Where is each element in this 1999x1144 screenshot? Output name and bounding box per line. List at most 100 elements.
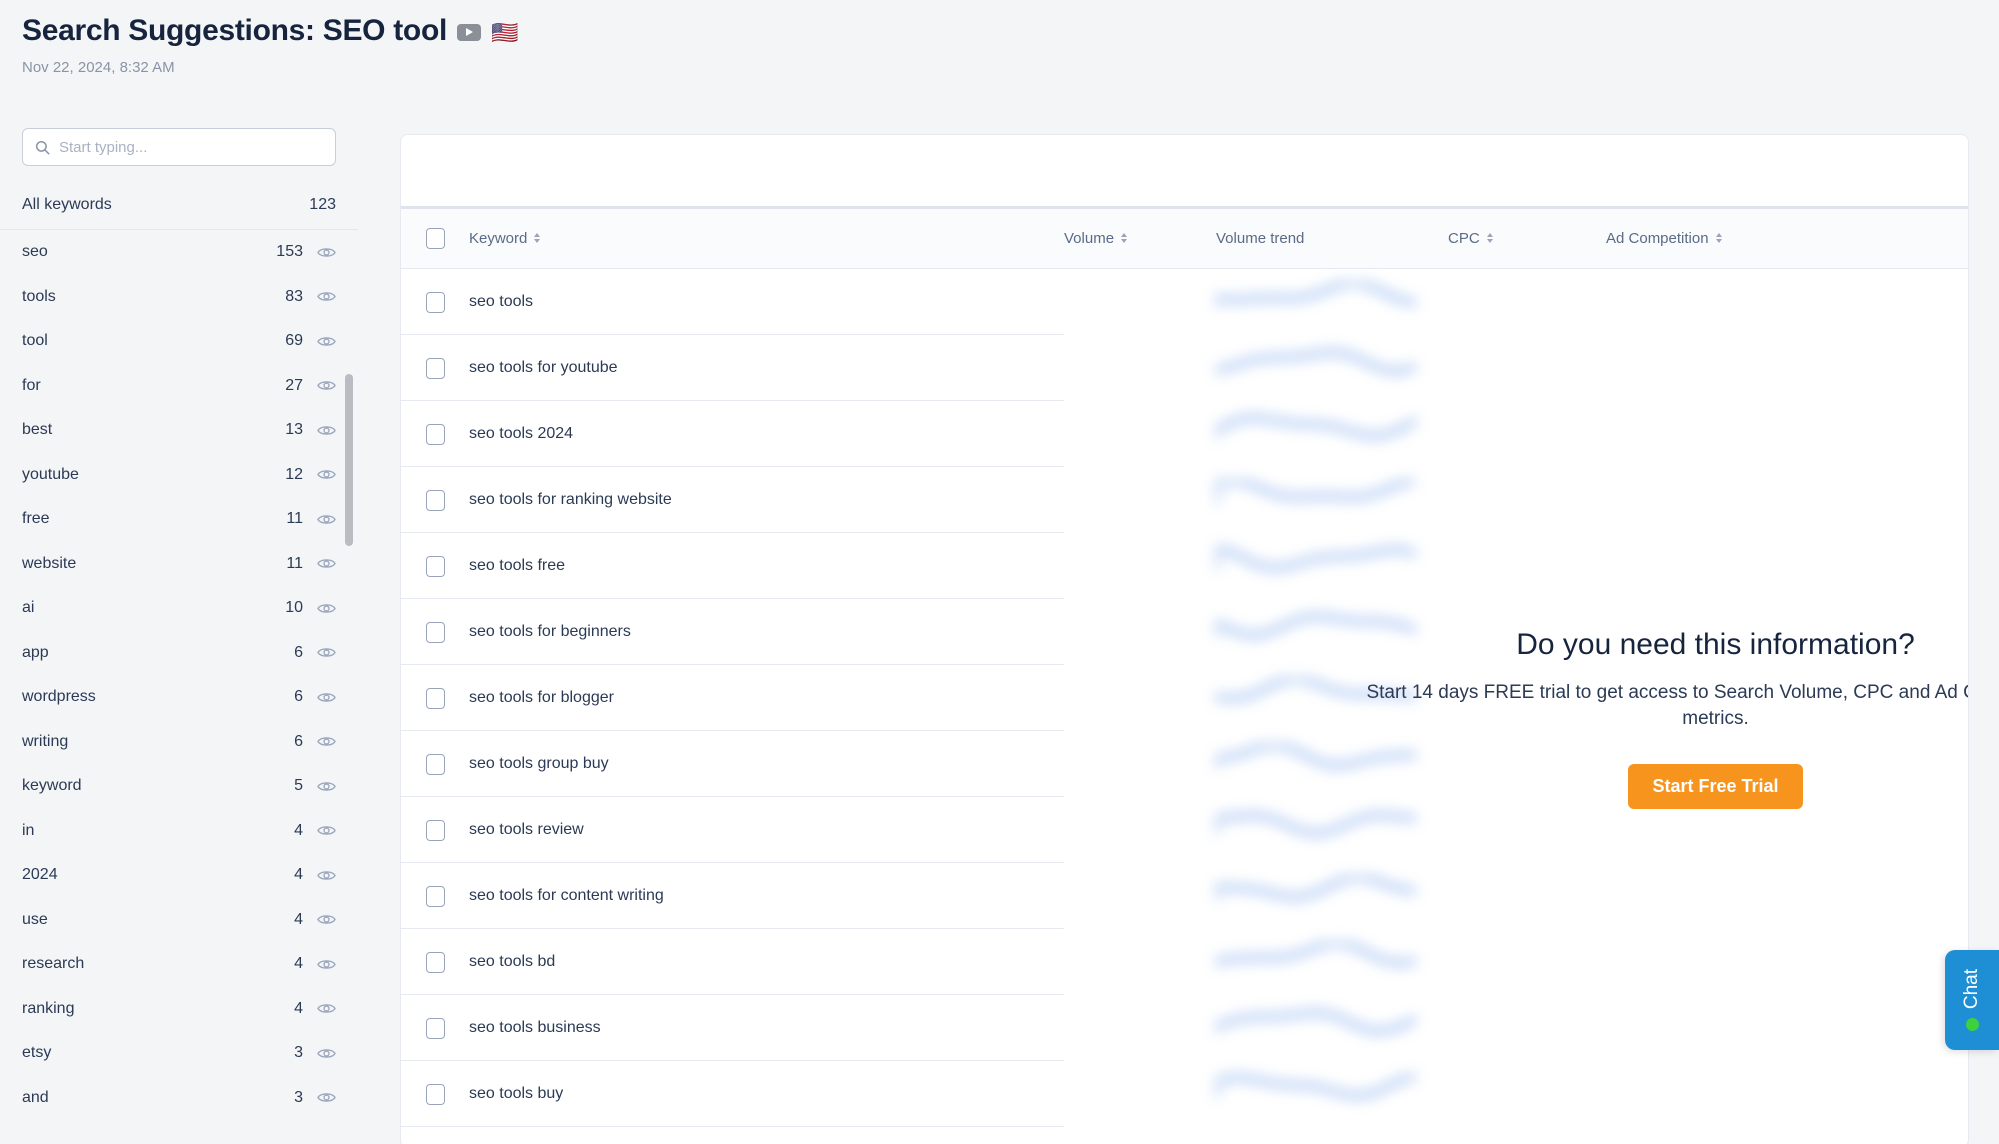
table-row[interactable]: seo tools 2024 [401, 401, 1968, 467]
all-keywords-row[interactable]: All keywords 123 [0, 180, 358, 230]
sidebar-keyword-item[interactable]: etsy 3 [0, 1031, 358, 1076]
col-header-cpc[interactable]: CPC [1448, 230, 1606, 248]
eye-icon[interactable] [317, 958, 336, 971]
table-row[interactable]: seo tools for youtube [401, 335, 1968, 401]
eye-icon[interactable] [317, 780, 336, 793]
table-row[interactable]: seo tools buy [401, 1061, 1968, 1127]
sidebar-keyword-item[interactable]: and 3 [0, 1076, 358, 1121]
sidebar-keyword-item[interactable]: free 11 [0, 497, 358, 542]
sidebar-keyword-item[interactable]: youtube 12 [0, 453, 358, 498]
sidebar-keyword-item[interactable]: for 27 [0, 364, 358, 409]
eye-icon[interactable] [317, 1047, 336, 1060]
sidebar-keyword-item[interactable]: tools 83 [0, 275, 358, 320]
eye-icon[interactable] [317, 424, 336, 437]
sidebar-keyword-item[interactable]: 2024 4 [0, 853, 358, 898]
row-select-cell[interactable] [401, 423, 469, 445]
keyword-text: seo tools bd [469, 953, 556, 970]
row-checkbox[interactable] [425, 819, 445, 841]
eye-icon[interactable] [317, 602, 336, 615]
eye-icon[interactable] [317, 913, 336, 926]
sidebar-keyword-item[interactable]: use 4 [0, 898, 358, 943]
row-checkbox[interactable] [425, 489, 445, 511]
eye-icon[interactable] [317, 379, 336, 392]
sort-icon[interactable] [1486, 232, 1494, 244]
row-checkbox[interactable] [425, 1083, 445, 1105]
eye-icon[interactable] [317, 246, 336, 259]
row-select-cell[interactable] [401, 489, 469, 511]
sidebar-keyword-item[interactable]: seo 153 [0, 230, 358, 275]
eye-icon[interactable] [317, 557, 336, 570]
row-select-cell[interactable] [401, 291, 469, 313]
eye-icon[interactable] [317, 1002, 336, 1015]
row-select-cell[interactable] [401, 753, 469, 775]
sidebar-keyword-item[interactable]: tool 69 [0, 319, 358, 364]
row-checkbox[interactable] [425, 555, 445, 577]
row-select-cell[interactable] [401, 555, 469, 577]
search-box[interactable] [22, 128, 336, 166]
sort-icon[interactable] [533, 232, 541, 244]
eye-icon[interactable] [317, 290, 336, 303]
table-row[interactable]: seo tools business [401, 995, 1968, 1061]
row-checkbox[interactable] [425, 357, 445, 379]
sidebar-keyword-item[interactable]: writing 6 [0, 720, 358, 765]
row-checkbox[interactable] [425, 423, 445, 445]
col-header-ad-competition-label: Ad Competition [1606, 229, 1709, 247]
select-all-checkbox[interactable] [425, 228, 445, 249]
sidebar-keyword-item[interactable]: best 13 [0, 408, 358, 453]
sidebar-keyword-item[interactable]: research 4 [0, 942, 358, 987]
row-checkbox[interactable] [425, 951, 445, 973]
row-checkbox[interactable] [425, 753, 445, 775]
col-header-ad-competition[interactable]: Ad Competition [1606, 230, 1826, 248]
row-checkbox[interactable] [425, 1017, 445, 1039]
row-select-cell[interactable] [401, 885, 469, 907]
sidebar: All keywords 123 seo153tools83tool69for2… [0, 128, 358, 1144]
row-select-cell[interactable] [401, 621, 469, 643]
row-select-cell[interactable] [401, 819, 469, 841]
sidebar-scrollbar-track[interactable] [345, 346, 353, 1036]
eye-icon[interactable] [317, 735, 336, 748]
row-checkbox[interactable] [425, 885, 445, 907]
eye-icon[interactable] [317, 691, 336, 704]
table-row[interactable]: seo tools bd [401, 929, 1968, 995]
row-checkbox[interactable] [425, 621, 445, 643]
cell-keyword: seo tools for content writing [469, 887, 1064, 905]
row-checkbox[interactable] [425, 291, 445, 313]
eye-icon[interactable] [317, 646, 336, 659]
cell-volume-trend [1212, 1071, 1448, 1115]
sidebar-keyword-item[interactable]: in 4 [0, 809, 358, 854]
sidebar-keyword-count: 153 [276, 243, 303, 261]
row-select-cell[interactable] [401, 1017, 469, 1039]
volume-trend-sparkline-hidden [1212, 413, 1420, 454]
sort-icon[interactable] [1120, 232, 1128, 244]
eye-icon[interactable] [317, 869, 336, 882]
chat-widget-button[interactable]: Chat [1945, 950, 1999, 1050]
table-row[interactable]: seo tools for ranking website [401, 467, 1968, 533]
eye-icon[interactable] [317, 468, 336, 481]
row-checkbox[interactable] [425, 687, 445, 709]
sidebar-keyword-item[interactable]: wordpress 6 [0, 675, 358, 720]
row-select-cell[interactable] [401, 687, 469, 709]
select-all-cell[interactable] [401, 228, 469, 249]
col-header-keyword[interactable]: Keyword [469, 230, 1064, 248]
chat-label: Chat [1961, 969, 1982, 1010]
table-row[interactable]: seo tools for content writing [401, 863, 1968, 929]
sort-icon[interactable] [1715, 232, 1723, 244]
search-input[interactable] [23, 129, 335, 165]
sidebar-keyword-item[interactable]: website 11 [0, 542, 358, 587]
eye-icon[interactable] [317, 824, 336, 837]
eye-icon[interactable] [317, 335, 336, 348]
eye-icon[interactable] [317, 513, 336, 526]
row-select-cell[interactable] [401, 951, 469, 973]
sidebar-keyword-item[interactable]: app 6 [0, 631, 358, 676]
table-row[interactable]: seo tools [401, 269, 1968, 335]
row-select-cell[interactable] [401, 357, 469, 379]
sidebar-scrollbar-thumb[interactable] [345, 374, 353, 546]
col-header-volume[interactable]: Volume [1064, 230, 1216, 248]
row-select-cell[interactable] [401, 1083, 469, 1105]
sidebar-keyword-item[interactable]: keyword 5 [0, 764, 358, 809]
start-free-trial-button[interactable]: Start Free Trial [1628, 763, 1803, 809]
eye-icon[interactable] [317, 1091, 336, 1104]
sidebar-keyword-item[interactable]: ranking 4 [0, 987, 358, 1032]
table-row[interactable]: seo tools free [401, 533, 1968, 599]
sidebar-keyword-item[interactable]: ai 10 [0, 586, 358, 631]
